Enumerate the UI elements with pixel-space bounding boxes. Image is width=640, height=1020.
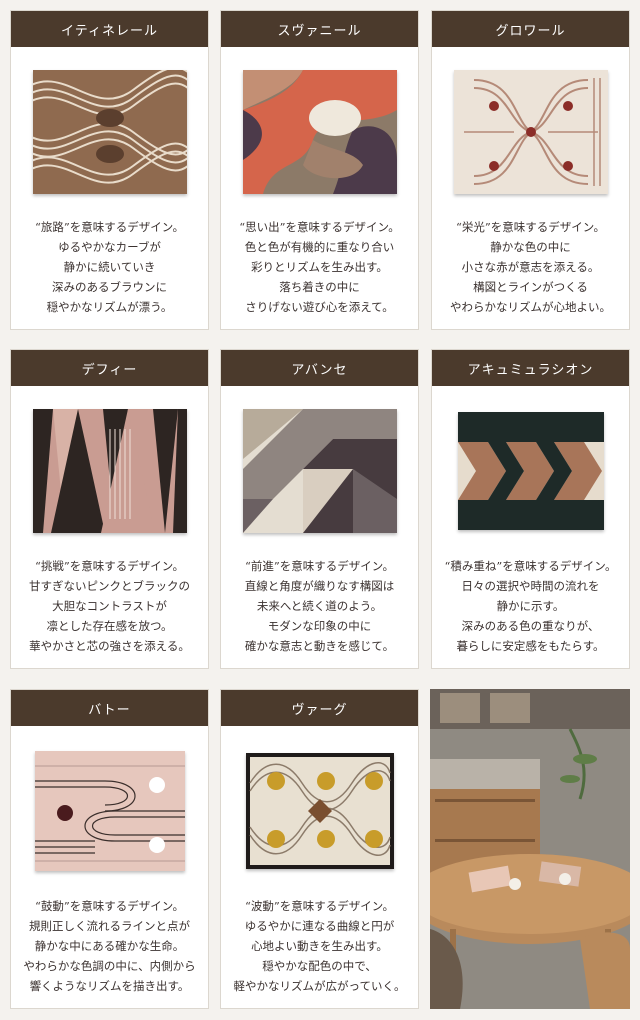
rug-image[interactable] [242, 409, 397, 533]
rug-image[interactable] [32, 409, 187, 533]
rug-image[interactable] [242, 70, 397, 194]
product-description: “前進”を意味するデザイン。 直線と角度が織りなす構図は 未来へと続く道のよう。 モダ… [244, 559, 395, 653]
product-title: アキュミュラシオン [432, 350, 629, 386]
product-description: “鼓動”を意味するデザイン。 規則正しく流れるラインと点が 静かな中にある確かな生命… [23, 899, 196, 993]
product-card[interactable]: アキュミュラシオン “積み重ね”を意味するデザイン。 日々の選択や時間の流れを 静か… [431, 349, 630, 669]
product-card[interactable]: バトー “鼓動”を意味するデザイン。 規則正しく流れるラインと点が 静かな中にある確… [10, 689, 209, 1009]
rug-image[interactable] [34, 751, 185, 871]
product-title: グロワール [432, 11, 629, 47]
product-card[interactable]: イティネレール “旅路”を意味するデザイン。 ゆるやかなカーブが 静かに続いていき深… [10, 10, 209, 330]
product-title: イティネレール [11, 11, 208, 47]
product-card[interactable]: ヴァーグ “波動”を意味するデザイン。 ゆるやかに連なる曲線と円が 心地よい動きを生… [220, 689, 419, 1009]
product-title: ヴァーグ [221, 690, 418, 726]
product-card[interactable]: スヴァニール “思い出”を意味するデザイン。 色と色が有機的に重なり合い 彩りとリズ… [220, 10, 419, 330]
product-title: アバンセ [221, 350, 418, 386]
product-description: “栄光”を意味するデザイン。 静かな色の中に 小さな赤が意志を添える。 構図とラインが… [450, 220, 611, 314]
rug-image[interactable] [32, 70, 187, 194]
product-card[interactable]: アバンセ “前進”を意味するデザイン。 直線と角度が織りなす構図は 未来へと続く道の… [220, 349, 419, 669]
product-title: バトー [11, 690, 208, 726]
product-title: デフィー [11, 350, 208, 386]
product-description: “積み重ね”を意味するデザイン。 日々の選択や時間の流れを 静かに示す。 深みのある色… [444, 559, 617, 653]
product-description: “思い出”を意味するデザイン。 色と色が有機的に重なり合い 彩りとリズムを生み出す。… [239, 220, 400, 314]
product-card[interactable]: グロワール “栄光”を意味するデザイン。 静かな色の中に 小さな赤が意志を添える。構… [431, 10, 630, 330]
interior-photo [430, 689, 630, 1009]
rug-image[interactable] [453, 70, 608, 194]
product-description: “挑戦”を意味するデザイン。 甘すぎないピンクとブラックの 大胆なコントラストが 凛と… [29, 559, 190, 653]
rug-image[interactable] [245, 753, 394, 869]
product-card[interactable]: デフィー “挑戦”を意味するデザイン。 甘すぎないピンクとブラックの 大胆なコントラ… [10, 349, 209, 669]
product-description: “波動”を意味するデザイン。 ゆるやかに連なる曲線と円が 心地よい動きを生み出す。穏… [233, 899, 406, 993]
rug-image[interactable] [457, 412, 604, 530]
product-description: “旅路”を意味するデザイン。 ゆるやかなカーブが 静かに続いていき 深みのあるブラウン… [34, 220, 185, 314]
product-title: スヴァニール [221, 11, 418, 47]
